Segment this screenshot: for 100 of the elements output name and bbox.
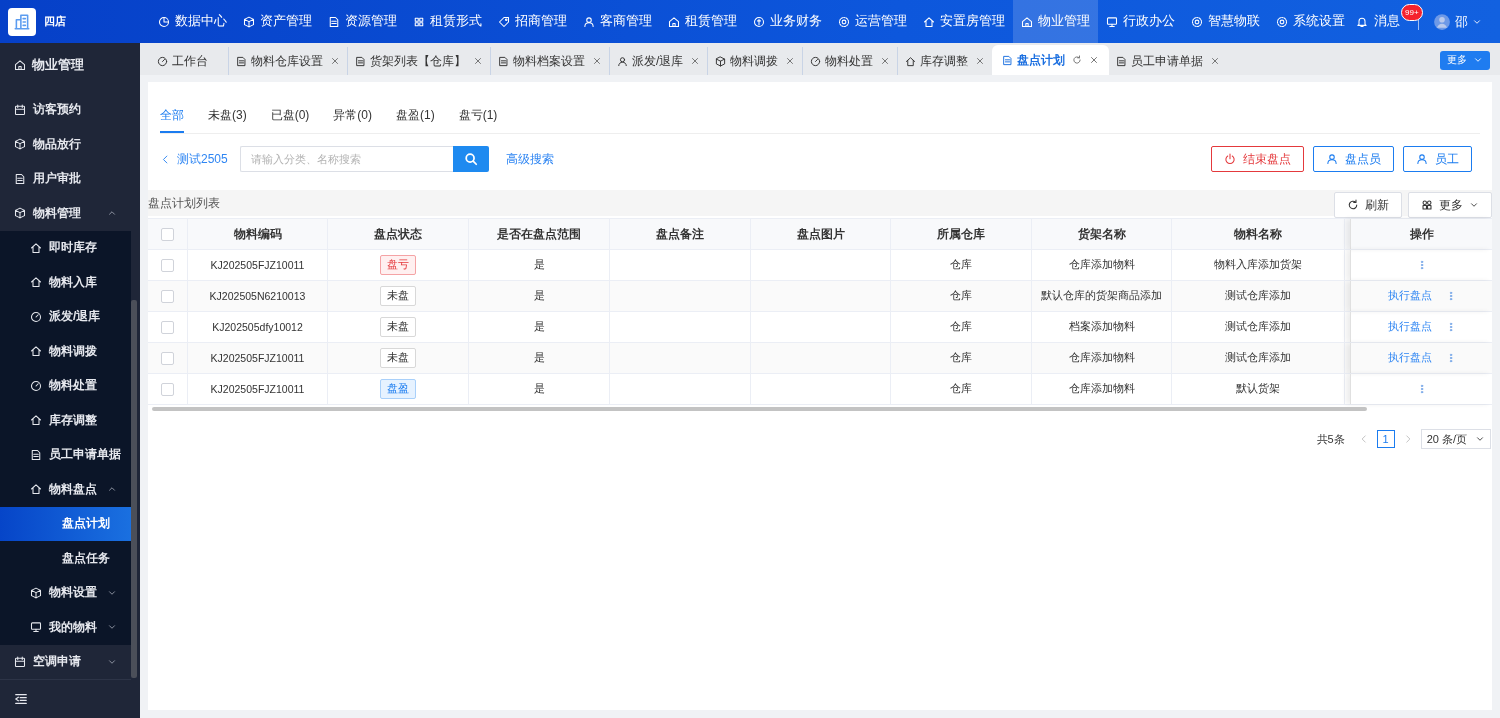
- page-tab[interactable]: 货架列表【仓库】: [347, 47, 490, 75]
- page-tab[interactable]: 物料处置: [802, 47, 898, 75]
- table-cell: 测试仓库添加: [1172, 281, 1345, 311]
- advanced-search-link[interactable]: 高级搜索: [506, 150, 554, 168]
- nav-item[interactable]: 智慧物联: [1183, 0, 1268, 43]
- close-icon[interactable]: [1089, 55, 1100, 65]
- table-title: 盘点计划列表: [148, 194, 220, 212]
- select-all-checkbox[interactable]: [161, 227, 174, 241]
- sidebar-item[interactable]: 盘点任务: [0, 541, 131, 576]
- logo[interactable]: [8, 7, 36, 36]
- collapse-menu-icon[interactable]: [14, 692, 28, 707]
- close-icon[interactable]: [690, 56, 701, 66]
- refresh-icon: [1347, 199, 1359, 211]
- page-tab[interactable]: 物料仓库设置: [228, 47, 347, 75]
- more-button[interactable]: 更多: [1440, 50, 1490, 70]
- more-button[interactable]: 更多: [1408, 192, 1492, 218]
- row-checkbox[interactable]: [161, 289, 174, 303]
- sidebar-item[interactable]: 物料入库: [0, 265, 131, 300]
- close-icon[interactable]: [1210, 56, 1221, 66]
- filter-tab[interactable]: 盘亏(1): [458, 100, 498, 133]
- close-icon[interactable]: [975, 56, 986, 66]
- nav-item[interactable]: 资产管理: [235, 0, 320, 43]
- column-header: 物料编码: [188, 219, 328, 249]
- back-link[interactable]: 测试2505: [160, 150, 240, 168]
- filter-tab[interactable]: 全部: [160, 100, 184, 133]
- refresh-icon[interactable]: [1072, 55, 1083, 65]
- execute-link[interactable]: 执行盘点: [1387, 289, 1432, 303]
- close-icon[interactable]: [592, 56, 602, 66]
- sidebar-item[interactable]: 物料调拨: [0, 334, 131, 369]
- execute-link[interactable]: 执行盘点: [1387, 320, 1432, 334]
- page-tab[interactable]: 派发/退库: [609, 47, 708, 75]
- table-cell: 是: [469, 281, 610, 311]
- nav-item[interactable]: 招商管理: [490, 0, 575, 43]
- row-checkbox[interactable]: [161, 320, 174, 334]
- execute-link[interactable]: 执行盘点: [1387, 351, 1432, 365]
- nav-item[interactable]: 资源管理: [320, 0, 405, 43]
- filter-tab[interactable]: 未盘(3): [208, 100, 247, 133]
- action-button[interactable]: 员工: [1403, 146, 1472, 172]
- nav-item[interactable]: 行政办公: [1098, 0, 1183, 43]
- person-icon: [583, 15, 595, 28]
- nav-item[interactable]: 业务财务: [745, 0, 830, 43]
- sidebar-item[interactable]: 物料盘点: [0, 472, 131, 507]
- page-tab[interactable]: 物料档案设置: [490, 47, 609, 75]
- chevron-down-icon: [1473, 55, 1483, 65]
- nav-item[interactable]: 租赁管理: [660, 0, 745, 43]
- row-checkbox[interactable]: [161, 258, 174, 272]
- sidebar-item[interactable]: 员工申请单据: [0, 437, 131, 473]
- action-button[interactable]: 盘点员: [1313, 146, 1394, 172]
- sidebar-item[interactable]: 访客预约: [0, 92, 131, 128]
- row-checkbox[interactable]: [161, 351, 174, 365]
- messages-link[interactable]: 消息: [1356, 13, 1400, 30]
- gauge-icon: [810, 55, 822, 67]
- filter-tab[interactable]: 异常(0): [333, 100, 372, 133]
- sidebar-item[interactable]: 我的物料: [0, 610, 131, 645]
- close-icon[interactable]: [785, 56, 796, 66]
- avatar-icon: [1433, 12, 1451, 31]
- page-number[interactable]: 1: [1376, 430, 1395, 448]
- sidebar-item[interactable]: 即时库存: [0, 230, 131, 266]
- nav-item[interactable]: 数据中心: [150, 0, 235, 43]
- close-icon[interactable]: [473, 56, 483, 66]
- sidebar-item[interactable]: 盘点计划: [0, 506, 131, 542]
- sidebar-title: 物业管理: [0, 43, 131, 87]
- sidebar-item[interactable]: 空调申请: [0, 644, 131, 680]
- page-tab[interactable]: 工作台: [150, 47, 228, 75]
- search-field[interactable]: 请输入分类、名称搜索: [240, 146, 453, 172]
- nav-item[interactable]: 运营管理: [830, 0, 915, 43]
- filter-tab[interactable]: 已盘(0): [270, 100, 310, 133]
- sidebar-item[interactable]: 库存调整: [0, 403, 131, 438]
- gauge-icon: [157, 55, 168, 67]
- nav-item[interactable]: 客商管理: [575, 0, 660, 43]
- cube-icon: [14, 138, 26, 151]
- sidebar-item[interactable]: 物品放行: [0, 127, 131, 162]
- close-icon[interactable]: [330, 56, 340, 66]
- scrollbar-thumb[interactable]: [131, 300, 137, 678]
- sidebar-item[interactable]: 物料设置: [0, 575, 131, 611]
- page-size-select[interactable]: 20 条/页: [1420, 429, 1491, 449]
- user-menu[interactable]: 邵: [1433, 12, 1482, 31]
- status-tag: 未盘: [380, 317, 416, 337]
- sidebar-item[interactable]: 派发/退库: [0, 299, 131, 335]
- nav-item[interactable]: 系统设置: [1268, 0, 1353, 43]
- status-tag: 未盘: [380, 348, 416, 368]
- row-checkbox[interactable]: [161, 382, 174, 396]
- refresh-button[interactable]: 刷新: [1334, 192, 1402, 218]
- nav-item[interactable]: 安置房管理: [915, 0, 1013, 43]
- page-tab[interactable]: 员工申请单据: [1109, 47, 1228, 75]
- table-cell: 仓库添加物料: [1032, 374, 1172, 404]
- scrollbar-thumb[interactable]: [152, 407, 1367, 411]
- sidebar-item[interactable]: 用户审批: [0, 161, 131, 197]
- nav-item[interactable]: 物业管理: [1013, 0, 1098, 43]
- nav-item[interactable]: 租赁形式: [405, 0, 490, 43]
- sidebar-item[interactable]: 物料处置: [0, 368, 131, 404]
- search-button[interactable]: [453, 146, 489, 172]
- table-cell: 仓库: [891, 374, 1032, 404]
- sidebar-item[interactable]: 物料管理: [0, 196, 131, 231]
- page-tab[interactable]: 物料调拨: [707, 47, 803, 75]
- filter-tab[interactable]: 盘盈(1): [396, 100, 435, 133]
- page-tab[interactable]: 盘点计划: [992, 45, 1110, 75]
- end-button[interactable]: 结束盘点: [1211, 146, 1304, 172]
- close-icon[interactable]: [880, 56, 891, 66]
- document-icon: [14, 173, 26, 185]
